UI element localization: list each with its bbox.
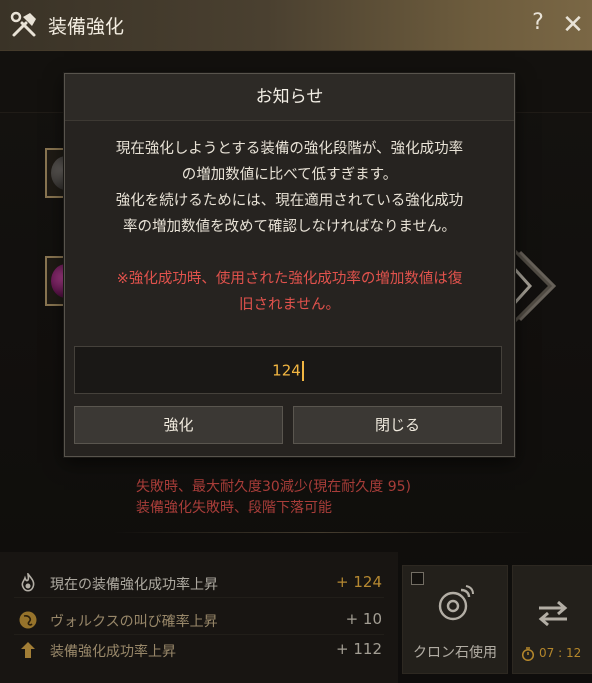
close-button[interactable]: ✕ [560,10,586,40]
dialog-message-line: 率の増加数値を改めて確認しなければなりません。 [122,219,457,235]
dialog-message-line: 現在強化しようとする装備の強化段階が、強化成功率 [115,141,464,157]
input-value: 124 [272,361,301,380]
dialog-close-button[interactable]: 閉じる [293,406,502,444]
window-title: 装備強化 [48,16,125,38]
help-button[interactable]: ? [528,10,548,35]
dialog-warning-line: 旧されません。 [238,297,341,313]
notice-dialog: お知らせ 現在強化しようとする装備の強化段階が、強化成功率 の増加数値に比べて低… [64,73,515,457]
dialog-title: お知らせ [65,74,514,121]
title-bar[interactable]: 装備強化 ? ✕ [0,0,592,51]
dialog-warning-line: ※強化成功時、使用された強化成功率の増加数値は復 [116,271,463,287]
input-value-wrap: 124 [75,361,501,381]
text-caret [301,361,304,381]
dialog-message-line: の増加数値に比べて低すぎます。 [181,167,398,183]
hammer-icon [10,11,36,37]
dialog-message-line: 強化を続けるためには、現在適用されている強化成功 [115,193,464,209]
enhance-button[interactable]: 強化 [74,406,283,444]
success-rate-input[interactable]: 124 [74,346,502,394]
